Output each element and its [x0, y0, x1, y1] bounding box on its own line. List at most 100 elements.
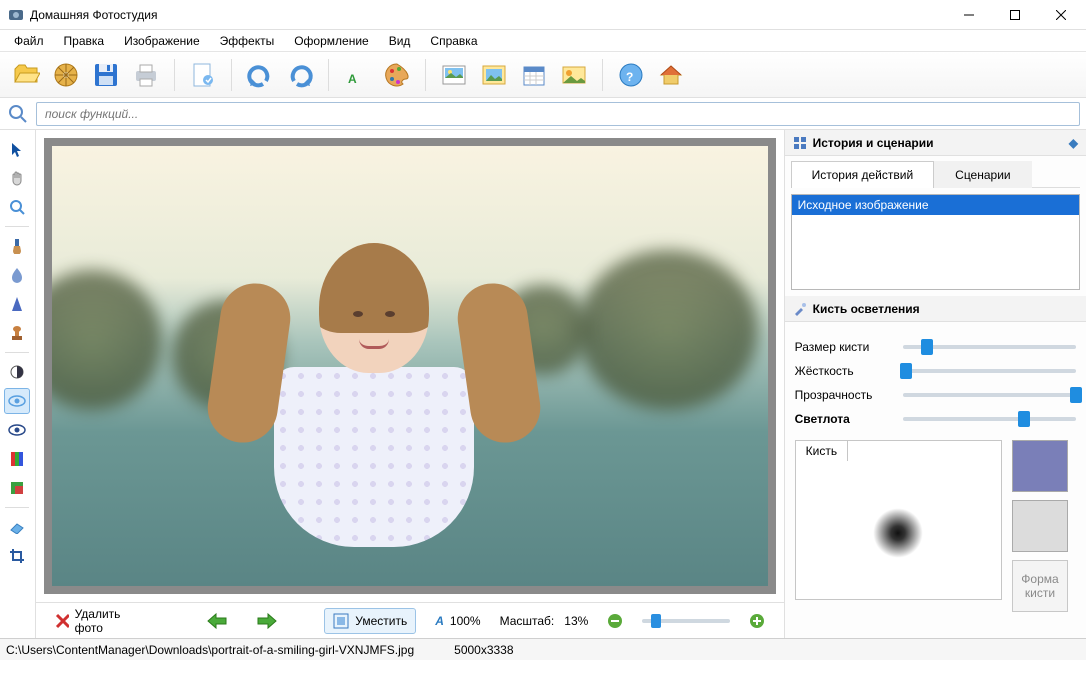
- stamp-tool[interactable]: [4, 320, 30, 346]
- redo-button[interactable]: [282, 57, 318, 93]
- color-swatch[interactable]: [1012, 440, 1068, 492]
- history-tabs: История действий Сценарии: [791, 160, 1080, 188]
- postcard-button[interactable]: [556, 57, 592, 93]
- menu-effects[interactable]: Эффекты: [210, 31, 285, 51]
- menu-file[interactable]: Файл: [4, 31, 54, 51]
- hand-tool[interactable]: [4, 165, 30, 191]
- brush-preview-tab[interactable]: Кисть: [795, 440, 848, 461]
- brush-shape-button[interactable]: Форма кисти: [1012, 560, 1068, 612]
- help-button[interactable]: ?: [613, 57, 649, 93]
- blur-tool[interactable]: [4, 262, 30, 288]
- next-button[interactable]: [247, 607, 287, 635]
- brush-header: Кисть осветления: [785, 296, 1086, 322]
- size-slider[interactable]: [903, 345, 1076, 349]
- canvas-bottom-bar: Удалить фото Уместить A 100% Масштаб: 13…: [36, 602, 784, 638]
- brush-preview: Кисть: [795, 440, 1002, 600]
- brush-dot: [873, 508, 923, 558]
- app-icon: [8, 7, 24, 23]
- eraser-tool[interactable]: [4, 514, 30, 540]
- image1-button[interactable]: [436, 57, 472, 93]
- saturation-tool[interactable]: [4, 446, 30, 472]
- scale-label: Масштаб:: [500, 614, 555, 628]
- image2-button[interactable]: [476, 57, 512, 93]
- lighten-tool[interactable]: [4, 388, 30, 414]
- brush-icon: [793, 302, 807, 316]
- menu-help[interactable]: Справка: [420, 31, 487, 51]
- size-label: Размер кисти: [795, 340, 895, 354]
- open-button[interactable]: [8, 57, 44, 93]
- brush-title: Кисть осветления: [813, 302, 920, 316]
- crop-tool[interactable]: [4, 543, 30, 569]
- page-button[interactable]: [185, 57, 221, 93]
- calendar-button[interactable]: [516, 57, 552, 93]
- opacity-label: Прозрачность: [795, 388, 895, 402]
- app-title: Домашняя Фотостудия: [30, 8, 946, 22]
- side-panel: История и сценарии ◆ История действий Сц…: [784, 130, 1086, 638]
- opacity-slider[interactable]: [903, 393, 1076, 397]
- minimize-button[interactable]: [946, 0, 992, 30]
- titlebar: Домашняя Фотостудия: [0, 0, 1086, 30]
- zoom-tool[interactable]: [4, 194, 30, 220]
- lightness-label: Светлота: [795, 412, 895, 426]
- a-icon: A: [435, 614, 444, 628]
- menu-view[interactable]: Вид: [379, 31, 421, 51]
- undo-button[interactable]: [242, 57, 278, 93]
- hundred-label: 100%: [450, 614, 481, 628]
- menubar: Файл Правка Изображение Эффекты Оформлен…: [0, 30, 1086, 52]
- search-input[interactable]: [36, 102, 1080, 126]
- print-button[interactable]: [128, 57, 164, 93]
- fit-button[interactable]: Уместить: [324, 608, 416, 634]
- hundred-button[interactable]: A 100%: [426, 609, 489, 633]
- canvas-area: Удалить фото Уместить A 100% Масштаб: 13…: [36, 130, 784, 638]
- close-button[interactable]: [1038, 0, 1084, 30]
- menu-design[interactable]: Оформление: [284, 31, 378, 51]
- lightness-slider[interactable]: [903, 417, 1076, 421]
- canvas-frame[interactable]: [44, 138, 776, 594]
- tint-tool[interactable]: [4, 475, 30, 501]
- hardness-slider[interactable]: [903, 369, 1076, 373]
- brush-tool[interactable]: [4, 233, 30, 259]
- history-item[interactable]: Исходное изображение: [792, 195, 1079, 215]
- zoom-slider[interactable]: [642, 619, 729, 623]
- menu-image[interactable]: Изображение: [114, 31, 210, 51]
- hardness-label: Жёсткость: [795, 364, 895, 378]
- search-row: [0, 98, 1086, 130]
- tools-column: [0, 130, 36, 638]
- tab-scenarios[interactable]: Сценарии: [934, 161, 1031, 188]
- photo-preview: [52, 146, 768, 586]
- history-header: История и сценарии ◆: [785, 130, 1086, 156]
- tab-history[interactable]: История действий: [791, 161, 935, 188]
- collapse-history-icon[interactable]: ◆: [1069, 136, 1078, 150]
- save-button[interactable]: [88, 57, 124, 93]
- prev-button[interactable]: [197, 607, 237, 635]
- fit-icon: [333, 613, 349, 629]
- zoom-in-button[interactable]: [740, 608, 774, 634]
- svg-text:A: A: [348, 72, 357, 86]
- scale-value: 13%: [564, 614, 588, 628]
- svg-text:?: ?: [626, 70, 633, 84]
- maximize-button[interactable]: [992, 0, 1038, 30]
- history-list[interactable]: Исходное изображение: [791, 194, 1080, 290]
- text-button[interactable]: A: [339, 57, 375, 93]
- brush-settings: Размер кисти Жёсткость Прозрачность Свет…: [785, 322, 1086, 620]
- catalog-button[interactable]: [48, 57, 84, 93]
- main-toolbar: A ?: [0, 52, 1086, 98]
- menu-edit[interactable]: Правка: [54, 31, 115, 51]
- status-path: C:\Users\ContentManager\Downloads\portra…: [6, 643, 414, 657]
- zoom-out-button[interactable]: [598, 608, 632, 634]
- delete-photo-button[interactable]: Удалить фото: [46, 602, 151, 640]
- search-icon: [6, 102, 30, 126]
- darken-tool[interactable]: [4, 417, 30, 443]
- delete-icon: [55, 613, 69, 629]
- color-swatch-secondary[interactable]: [1012, 500, 1068, 552]
- delete-photo-label: Удалить фото: [75, 607, 142, 635]
- palette-button[interactable]: [379, 57, 415, 93]
- fit-label: Уместить: [355, 614, 407, 628]
- pointer-tool[interactable]: [4, 136, 30, 162]
- history-icon: [793, 136, 807, 150]
- statusbar: C:\Users\ContentManager\Downloads\portra…: [0, 638, 1086, 660]
- history-title: История и сценарии: [813, 136, 934, 150]
- dodge-dark-tool[interactable]: [4, 359, 30, 385]
- sharpen-tool[interactable]: [4, 291, 30, 317]
- home-button[interactable]: [653, 57, 689, 93]
